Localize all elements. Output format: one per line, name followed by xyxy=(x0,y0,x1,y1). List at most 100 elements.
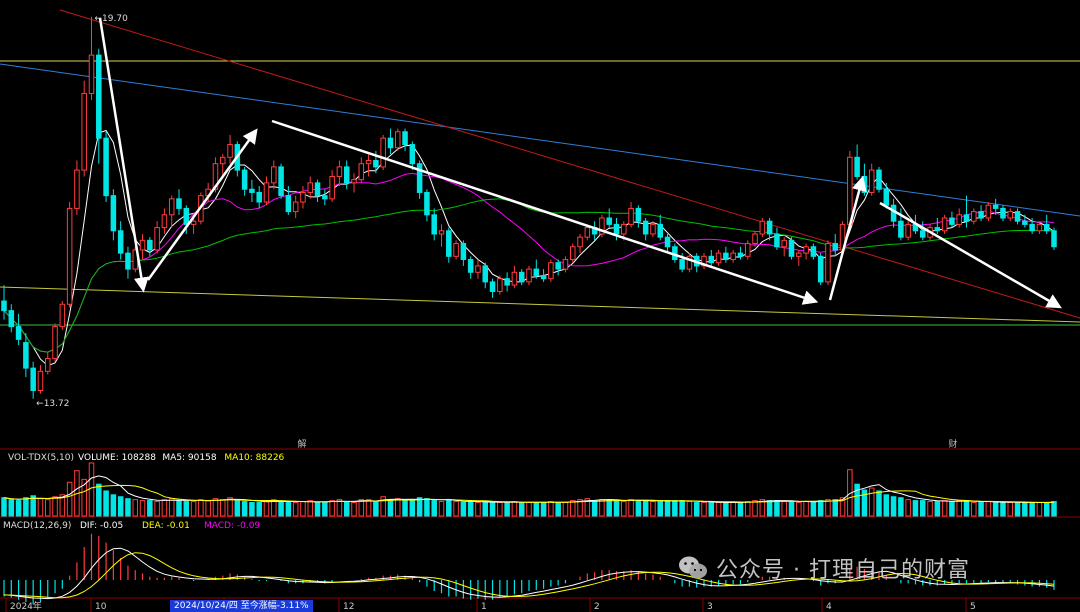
candle-body xyxy=(1051,230,1057,248)
volume-bar xyxy=(1000,502,1006,517)
event-marker: 解 xyxy=(297,438,306,450)
candle xyxy=(548,259,554,282)
volume-bar xyxy=(23,497,29,517)
candle-body xyxy=(737,252,744,257)
candle xyxy=(934,218,941,234)
candlesticks xyxy=(1,16,1057,399)
volume-bar xyxy=(8,499,15,517)
candle xyxy=(453,240,459,260)
candle xyxy=(540,269,547,282)
candle xyxy=(314,179,321,203)
candle-body xyxy=(329,175,335,200)
candle xyxy=(650,221,656,238)
candle xyxy=(351,173,357,193)
candle xyxy=(941,214,948,234)
candle xyxy=(66,202,73,308)
candle-body xyxy=(569,246,576,261)
candle xyxy=(1,285,7,320)
candle xyxy=(387,128,394,155)
candle-body xyxy=(497,278,503,292)
watermark-text: 公众号 · 打理自己的财富 xyxy=(716,558,970,583)
volume-bar xyxy=(883,494,890,517)
candle xyxy=(919,221,926,241)
candle xyxy=(759,218,766,238)
candle-body xyxy=(752,233,758,245)
volume-bar xyxy=(96,483,102,517)
volume-bar xyxy=(737,502,744,517)
date-readout: 2024/10/24/四 至今涨幅-3.11% xyxy=(170,600,313,612)
candle-body xyxy=(810,246,817,257)
volume-bar xyxy=(752,500,758,517)
volume-bar xyxy=(949,501,955,517)
volume-bar xyxy=(730,502,736,517)
candle xyxy=(686,253,693,273)
candle xyxy=(416,160,423,199)
candle xyxy=(365,154,372,177)
candle-body xyxy=(271,166,277,184)
candle-body xyxy=(781,239,787,248)
candle xyxy=(861,163,868,196)
candle xyxy=(103,131,109,203)
candle-body xyxy=(446,230,452,257)
volume-bar xyxy=(978,502,984,517)
volume-bar xyxy=(526,502,532,517)
candle-body xyxy=(183,207,190,225)
candle xyxy=(168,195,175,228)
volume-bar xyxy=(424,498,430,517)
candle-body xyxy=(883,188,890,206)
candle-body xyxy=(548,262,554,280)
candle xyxy=(59,301,66,330)
volume-bar xyxy=(125,498,131,517)
candle xyxy=(701,253,707,270)
candle xyxy=(971,208,977,225)
candle xyxy=(394,128,401,151)
candle-body xyxy=(511,271,518,286)
candle-body xyxy=(168,198,175,216)
x-tick-label: 2 xyxy=(594,602,600,612)
candle xyxy=(467,256,474,279)
candle-body xyxy=(817,255,824,283)
candle xyxy=(832,233,839,257)
volume-bar xyxy=(708,502,715,517)
candle-body xyxy=(44,358,51,372)
candle xyxy=(511,265,518,289)
volume-bar xyxy=(511,501,518,517)
candle xyxy=(81,80,87,177)
volume-bar xyxy=(431,500,437,517)
candle xyxy=(329,170,335,203)
candle-body xyxy=(978,211,984,219)
candle-body xyxy=(241,169,248,190)
candle xyxy=(438,224,445,247)
candle-body xyxy=(380,137,386,168)
volume-bar xyxy=(147,500,153,517)
candle xyxy=(300,186,306,209)
candle-body xyxy=(96,54,102,139)
volume-bar xyxy=(642,500,649,517)
candle-body xyxy=(176,198,182,209)
candle xyxy=(52,323,58,362)
volume-bar xyxy=(817,500,824,517)
volume-bar xyxy=(664,500,671,517)
candle-body xyxy=(154,227,160,251)
candle-body xyxy=(307,182,314,193)
volume-bar xyxy=(205,500,211,517)
candle xyxy=(577,233,583,254)
volume-bar xyxy=(234,500,241,517)
candle xyxy=(518,269,525,286)
candle xyxy=(803,243,809,260)
candle xyxy=(817,253,824,286)
candle-body xyxy=(147,239,153,251)
volume-bar xyxy=(1007,502,1014,517)
volume-bar xyxy=(810,501,817,517)
candle xyxy=(606,208,612,228)
candle-body xyxy=(489,281,496,292)
candle-body xyxy=(314,182,321,197)
candle xyxy=(774,227,780,250)
candle-body xyxy=(774,233,780,248)
candle xyxy=(30,361,36,399)
x-tick-label: 1 xyxy=(481,602,487,612)
volume-bar xyxy=(876,490,882,517)
candle-body xyxy=(438,230,445,235)
candle-body xyxy=(15,326,22,340)
candle xyxy=(949,211,955,228)
